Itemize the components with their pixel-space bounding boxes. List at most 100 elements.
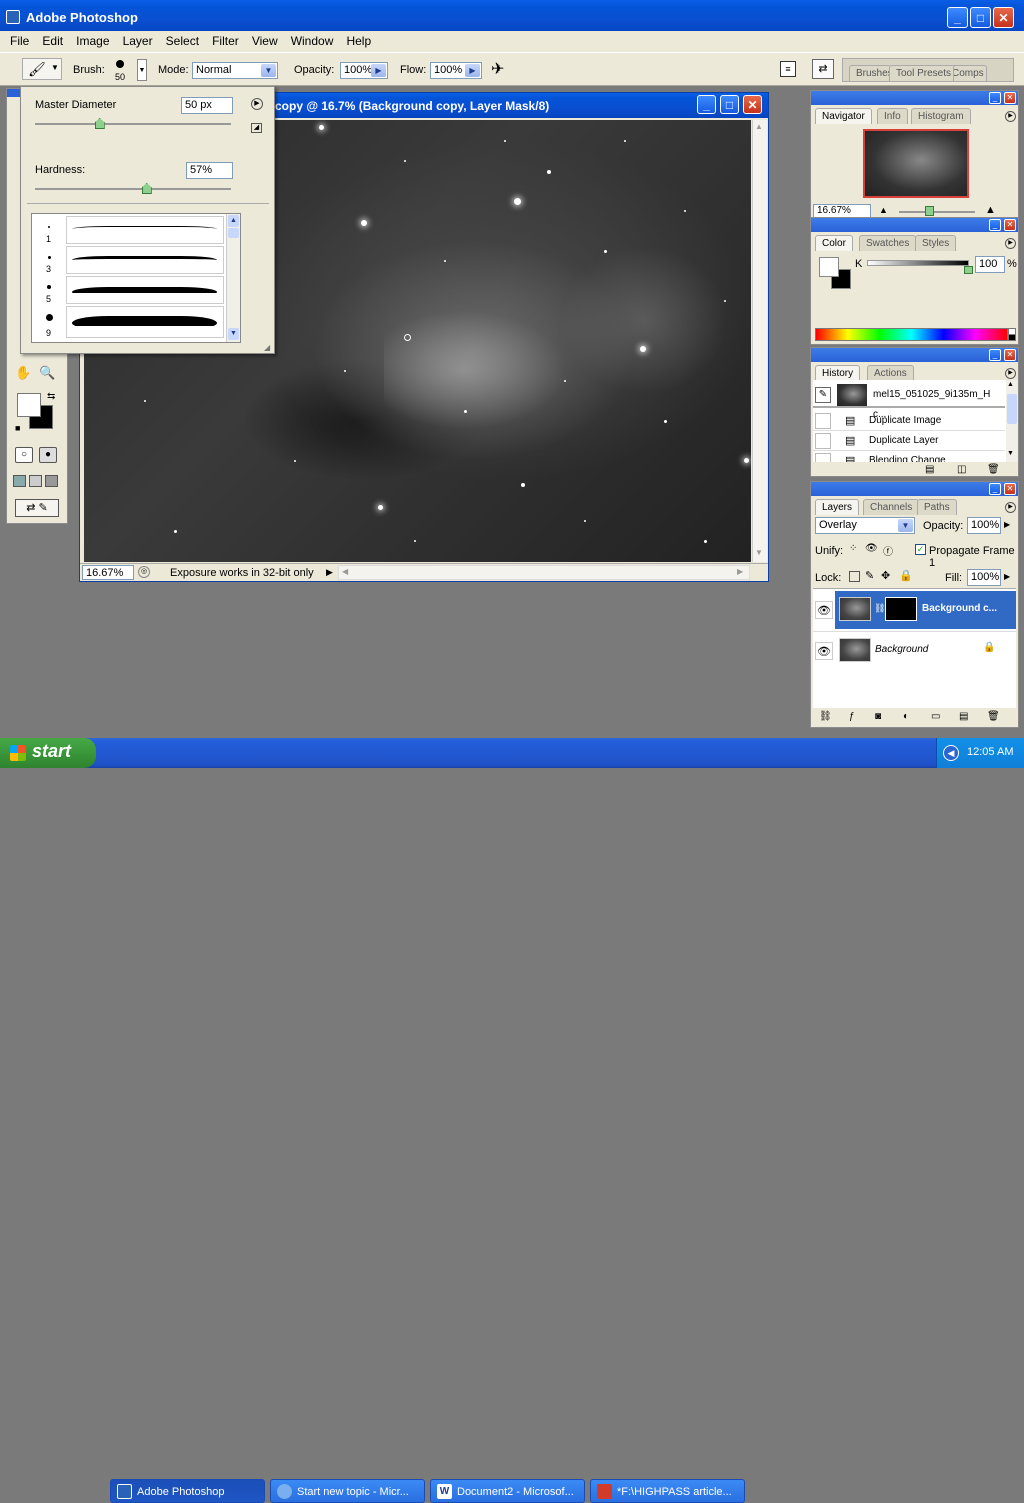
horizontal-scrollbar[interactable]: ◀ ▶ — [338, 565, 750, 580]
arrow-up-icon[interactable]: ▲ — [1007, 381, 1014, 388]
color-minimize-button[interactable]: _ — [989, 219, 1001, 231]
taskbar-item-photoshop[interactable]: Adobe Photoshop — [110, 1479, 265, 1503]
scroll-thumb[interactable] — [1007, 394, 1017, 424]
layers-close-button[interactable]: ✕ — [1004, 483, 1016, 495]
palette-menu-icon[interactable]: ▶ — [1005, 238, 1016, 249]
palette-menu-icon[interactable]: ▶ — [1005, 368, 1016, 379]
menu-view[interactable]: View — [247, 31, 283, 51]
tool-preset-picker[interactable]: 🖌 ▼ — [22, 58, 62, 80]
start-button[interactable]: start — [0, 738, 96, 768]
history-item[interactable]: ▤ Blending Change — [813, 451, 1005, 462]
menu-select[interactable]: Select — [161, 31, 204, 51]
zoom-in-icon[interactable]: ▲ — [985, 204, 996, 216]
layers-minimize-button[interactable]: _ — [989, 483, 1001, 495]
taskbar-item-ie[interactable]: Start new topic - Micr... — [270, 1479, 425, 1503]
menu-window[interactable]: Window — [286, 31, 339, 51]
screen-mode-standard-icon[interactable] — [13, 475, 26, 487]
navigator-zoom-slider[interactable] — [899, 206, 975, 216]
preset-row[interactable]: 5 — [32, 276, 226, 306]
brush-dropdown-arrow[interactable]: ▼ — [137, 59, 147, 81]
eye-icon[interactable]: 👁 — [815, 601, 833, 619]
add-mask-icon[interactable]: ◙ — [875, 711, 881, 722]
history-close-button[interactable]: ✕ — [1004, 349, 1016, 361]
navigator-zoom-thumb[interactable] — [925, 206, 934, 216]
popup-menu-icon[interactable]: ▶ — [251, 98, 263, 110]
zoom-toggle-icon[interactable]: ◎ — [138, 566, 150, 578]
new-layer-icon[interactable]: ▤ — [959, 711, 968, 722]
well-tab-comps[interactable]: Comps — [953, 65, 987, 81]
tab-info[interactable]: Info — [877, 108, 908, 124]
color-foreground-swatch[interactable] — [819, 257, 839, 277]
link-layers-icon[interactable]: ⛓ — [819, 711, 832, 722]
well-tab-tool-presets[interactable]: Tool Presets — [889, 65, 959, 81]
swap-colors-icon[interactable]: ⇆ — [47, 391, 55, 402]
lock-all-icon[interactable]: 🔒 — [899, 569, 913, 582]
arrow-up-icon[interactable]: ▲ — [228, 215, 239, 227]
tab-swatches[interactable]: Swatches — [859, 235, 917, 251]
tab-navigator[interactable]: Navigator — [815, 108, 872, 124]
menu-edit[interactable]: Edit — [37, 31, 68, 51]
tab-actions[interactable]: Actions — [867, 365, 914, 381]
tab-color[interactable]: Color — [815, 235, 853, 251]
eye-icon[interactable]: 👁 — [815, 642, 833, 660]
unify-visibility-icon[interactable]: 👁 — [865, 543, 878, 554]
scroll-thumb[interactable] — [228, 228, 239, 238]
layer-row-background-copy[interactable]: 👁 ⛓ Background c... — [813, 591, 1016, 629]
tab-styles[interactable]: Styles — [915, 235, 957, 251]
spectrum-black-white[interactable] — [1008, 328, 1016, 341]
minimize-button[interactable]: _ — [947, 7, 968, 28]
layer-mask-thumbnail[interactable] — [885, 597, 917, 621]
master-diameter-input[interactable]: 50 px — [181, 97, 233, 114]
tab-channels[interactable]: Channels — [863, 499, 920, 515]
brush-picker[interactable]: 50 ▼ — [111, 57, 149, 83]
palette-menu-icon[interactable]: ▶ — [1005, 502, 1016, 513]
spectrum-bar[interactable] — [815, 328, 1008, 341]
tab-history[interactable]: History — [815, 365, 861, 381]
hardness-slider[interactable] — [35, 183, 231, 194]
app-titlebar[interactable]: Adobe Photoshop _ □ ✕ — [0, 0, 1024, 34]
menu-image[interactable]: Image — [71, 31, 114, 51]
tab-layers[interactable]: Layers — [815, 499, 860, 515]
maximize-button[interactable]: □ — [970, 7, 991, 28]
layer-style-icon[interactable]: ƒ — [849, 711, 855, 722]
navigator-zoom-field[interactable]: 16.67% — [813, 204, 871, 218]
adjustment-layer-icon[interactable]: ◐ — [903, 711, 909, 722]
screen-mode-full-menu-icon[interactable] — [29, 475, 42, 487]
airbrush-icon[interactable]: ✈ — [491, 59, 504, 79]
close-button[interactable]: ✕ — [993, 7, 1014, 28]
foreground-color-swatch[interactable] — [17, 393, 41, 417]
opacity-input[interactable]: 100% ▶ — [340, 62, 388, 79]
doc-minimize-button[interactable]: _ — [697, 95, 716, 114]
new-group-icon[interactable]: ▭ — [931, 711, 940, 722]
unify-style-icon[interactable]: ⓕ — [883, 543, 893, 558]
palette-options-icon[interactable]: ≡ — [780, 61, 796, 77]
mode-select[interactable]: Normal ▼ — [192, 62, 278, 79]
lock-pixels-icon[interactable]: ✎ — [865, 569, 874, 582]
hardness-input[interactable]: 57% — [186, 162, 233, 179]
vertical-scrollbar[interactable]: ▲ ▼ — [752, 120, 767, 562]
master-diameter-slider[interactable] — [35, 118, 231, 129]
arrow-right-icon[interactable]: ▶ — [371, 64, 386, 77]
zoom-field[interactable]: 16.67% — [82, 565, 134, 580]
new-snapshot-icon[interactable]: ◫ — [957, 464, 966, 475]
history-item[interactable]: ▤ Duplicate Image — [813, 411, 1005, 431]
k-slider-thumb[interactable] — [964, 266, 973, 274]
fill-input[interactable]: 100% — [967, 569, 1001, 586]
navigator-thumbnail[interactable] — [863, 129, 969, 198]
preset-row[interactable]: 9 — [32, 306, 226, 340]
flow-input[interactable]: 100% ▶ — [430, 62, 482, 79]
tray-collapse-icon[interactable]: ◀ — [943, 745, 959, 761]
arrow-down-icon[interactable]: ▼ — [1007, 450, 1014, 457]
history-snapshot[interactable]: ✎ mel15_051025_9i135m_H c... — [813, 382, 1005, 420]
menu-filter[interactable]: Filter — [207, 31, 244, 51]
default-colors-icon[interactable]: ■ — [15, 423, 20, 433]
lock-position-icon[interactable]: ✥ — [881, 569, 890, 582]
blend-mode-select[interactable]: Overlay ▼ — [815, 517, 915, 534]
k-value-input[interactable]: 100 — [975, 256, 1005, 273]
taskbar-item-highpass[interactable]: *F:\HIGHPASS article... — [590, 1479, 745, 1503]
arrow-left-icon[interactable]: ◀ — [342, 567, 348, 576]
arrow-right-icon[interactable]: ▶ — [1004, 520, 1010, 529]
arrow-down-icon[interactable]: ▼ — [755, 548, 763, 557]
history-minimize-button[interactable]: _ — [989, 349, 1001, 361]
preset-row[interactable]: 1 — [32, 216, 226, 246]
